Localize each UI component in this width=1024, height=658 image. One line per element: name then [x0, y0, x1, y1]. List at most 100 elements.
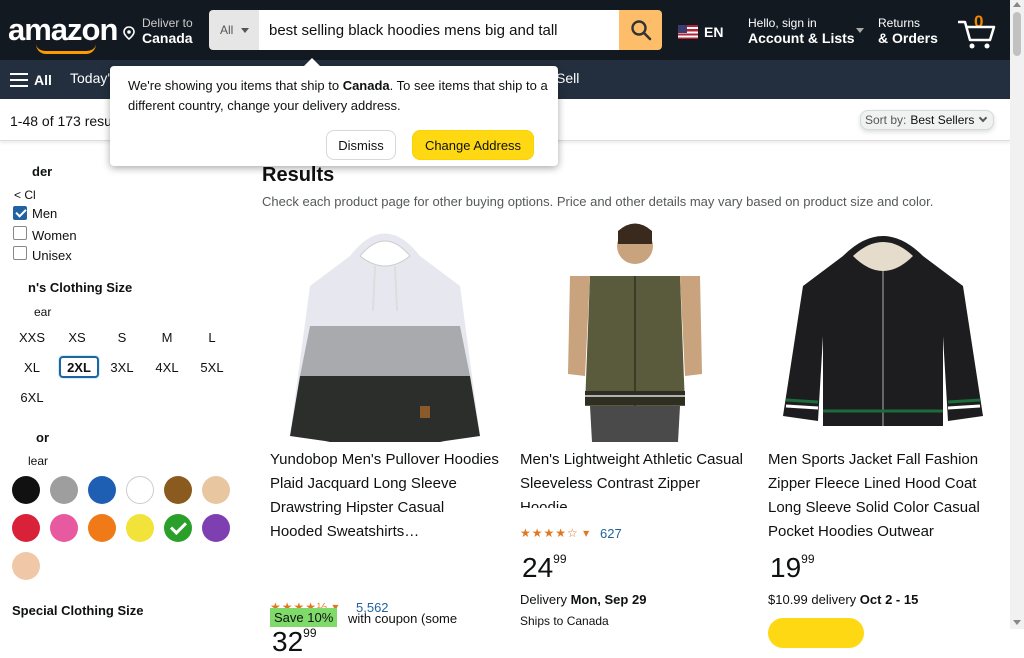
size-option-l[interactable]: L — [192, 326, 232, 348]
account-chevron-down-icon[interactable] — [856, 28, 864, 33]
fleece-jacket-image — [768, 216, 998, 442]
size-option-2xl[interactable]: 2XL — [59, 356, 99, 378]
all-menu-label: All — [34, 72, 52, 88]
color-swatch[interactable] — [202, 476, 230, 504]
product-image[interactable] — [520, 216, 750, 442]
size-option-m[interactable]: M — [147, 326, 187, 348]
price-whole: 32 — [272, 626, 304, 657]
language-label: EN — [704, 24, 724, 40]
account-and-lists[interactable]: Hello, sign in Account & Lists — [738, 8, 855, 52]
color-swatch[interactable] — [12, 552, 40, 580]
size-option-xl[interactable]: XL — [12, 356, 52, 378]
product-image[interactable] — [768, 216, 998, 442]
gender-heading: der — [32, 164, 53, 179]
color-swatch[interactable] — [88, 476, 116, 504]
scroll-up-arrow-icon[interactable] — [1013, 2, 1021, 7]
search-input[interactable] — [259, 10, 619, 50]
color-swatch[interactable] — [164, 476, 192, 504]
us-flag-icon — [678, 25, 698, 39]
scrollbar-thumb[interactable] — [1013, 12, 1021, 56]
chevron-down-icon — [241, 27, 250, 33]
color-swatch[interactable] — [202, 514, 230, 542]
coupon-badge: Save 10% — [270, 608, 338, 627]
cart-button[interactable]: 0 — [950, 6, 1008, 54]
gender-men-label[interactable]: Men — [32, 206, 57, 221]
all-menu-button[interactable]: All — [4, 62, 60, 98]
product-title[interactable]: Yundobop Men's Pullover Hoodies Plaid Ja… — [270, 448, 500, 544]
search-button[interactable] — [619, 10, 662, 50]
gender-clear-link[interactable]: < Cl — [14, 188, 36, 202]
delivery-date: Mon, Sep 29 — [570, 592, 647, 607]
deliver-to-location[interactable]: Deliver to Canada — [118, 8, 204, 52]
size-option-6xl[interactable]: 6XL — [12, 386, 52, 408]
price-fraction: 99 — [801, 552, 815, 566]
ship-to-text-1: We're showing you items that ship to — [128, 78, 343, 93]
product-card: Yundobop Men's Pullover Hoodies Plaid Ja… — [270, 216, 506, 657]
special-clothing-size-heading: Special Clothing Size — [12, 603, 144, 618]
amazon-smile-icon — [36, 44, 96, 54]
search-category-label: All — [220, 23, 234, 37]
product-title[interactable]: Men's Lightweight Athletic Casual Sleeve… — [520, 448, 750, 508]
review-count[interactable]: 627 — [600, 526, 622, 541]
color-swatch[interactable] — [12, 476, 40, 504]
size-option-s[interactable]: S — [102, 326, 142, 348]
deliver-country: Canada — [142, 30, 193, 46]
gender-women-checkbox[interactable] — [13, 226, 27, 240]
size-clear-link[interactable]: ear — [34, 305, 51, 319]
page-scrollbar[interactable] — [1010, 0, 1024, 629]
account-lists-label: Account & Lists — [748, 30, 855, 46]
results-count: 1-48 of 173 resu — [10, 113, 112, 129]
gender-men-checkbox[interactable] — [13, 206, 27, 220]
color-clear-link[interactable]: lear — [28, 454, 48, 468]
results-subtitle: Check each product page for other buying… — [262, 194, 934, 209]
amazon-logo[interactable]: amazon — [6, 8, 118, 54]
sort-dropdown[interactable]: Sort by: Best Sellers — [860, 110, 994, 130]
gender-unisex-checkbox[interactable] — [13, 246, 27, 260]
change-address-button[interactable]: Change Address — [412, 130, 534, 160]
sort-label: Sort by: — [865, 113, 907, 127]
size-option-3xl[interactable]: 3XL — [102, 356, 142, 378]
add-to-cart-button[interactable] — [768, 618, 864, 648]
dismiss-button[interactable]: Dismiss — [326, 130, 396, 160]
price-whole: 24 — [522, 552, 554, 583]
mens-clothing-size-heading: n's Clothing Size — [28, 280, 133, 295]
color-swatch[interactable] — [164, 514, 192, 542]
gender-unisex-label[interactable]: Unisex — [32, 248, 72, 263]
price-whole: 19 — [770, 552, 802, 583]
delivery-info: Delivery Mon, Sep 29 — [520, 592, 646, 607]
size-option-4xl[interactable]: 4XL — [147, 356, 187, 378]
search-category-dropdown[interactable]: All — [209, 10, 259, 50]
sort-value: Best Sellers — [910, 113, 975, 127]
color-swatch[interactable] — [126, 514, 154, 542]
size-option-xs[interactable]: XS — [57, 326, 97, 348]
star-rating-icon[interactable]: ★★★★☆ ▾ — [520, 526, 590, 540]
color-swatch[interactable] — [12, 514, 40, 542]
product-price[interactable]: 2499 — [522, 552, 567, 584]
language-selector[interactable]: EN — [674, 12, 724, 52]
cart-icon — [958, 20, 996, 49]
color-heading: or — [36, 430, 49, 445]
color-swatch[interactable] — [50, 476, 78, 504]
delivery-label: Delivery — [520, 592, 571, 607]
ship-to-message: We're showing you items that ship to Can… — [128, 76, 548, 116]
size-option-xxs[interactable]: XXS — [12, 326, 52, 348]
returns-and-orders[interactable]: Returns & Orders — [872, 8, 944, 52]
sell-link[interactable]: Sell — [556, 70, 579, 86]
product-title[interactable]: Men Sports Jacket Fall Fashion Zipper Fl… — [768, 448, 998, 544]
product-image[interactable] — [270, 216, 500, 442]
returns-label: Returns — [878, 16, 921, 30]
product-price[interactable]: 3299 — [272, 626, 317, 658]
hamburger-icon — [10, 73, 28, 87]
ships-to: Ships to Canada — [520, 614, 609, 628]
delivery-date: Oct 2 - 15 — [859, 592, 919, 607]
color-swatch[interactable] — [88, 514, 116, 542]
product-price[interactable]: 1999 — [770, 552, 815, 584]
scroll-down-arrow-icon[interactable] — [1013, 620, 1021, 625]
color-swatch[interactable] — [126, 476, 154, 504]
orders-label: & Orders — [878, 30, 938, 46]
price-fraction: 99 — [553, 552, 567, 566]
size-option-5xl[interactable]: 5XL — [192, 356, 232, 378]
color-swatch[interactable] — [50, 514, 78, 542]
gender-women-label[interactable]: Women — [32, 228, 77, 243]
account-greeting: Hello, sign in — [748, 16, 817, 30]
